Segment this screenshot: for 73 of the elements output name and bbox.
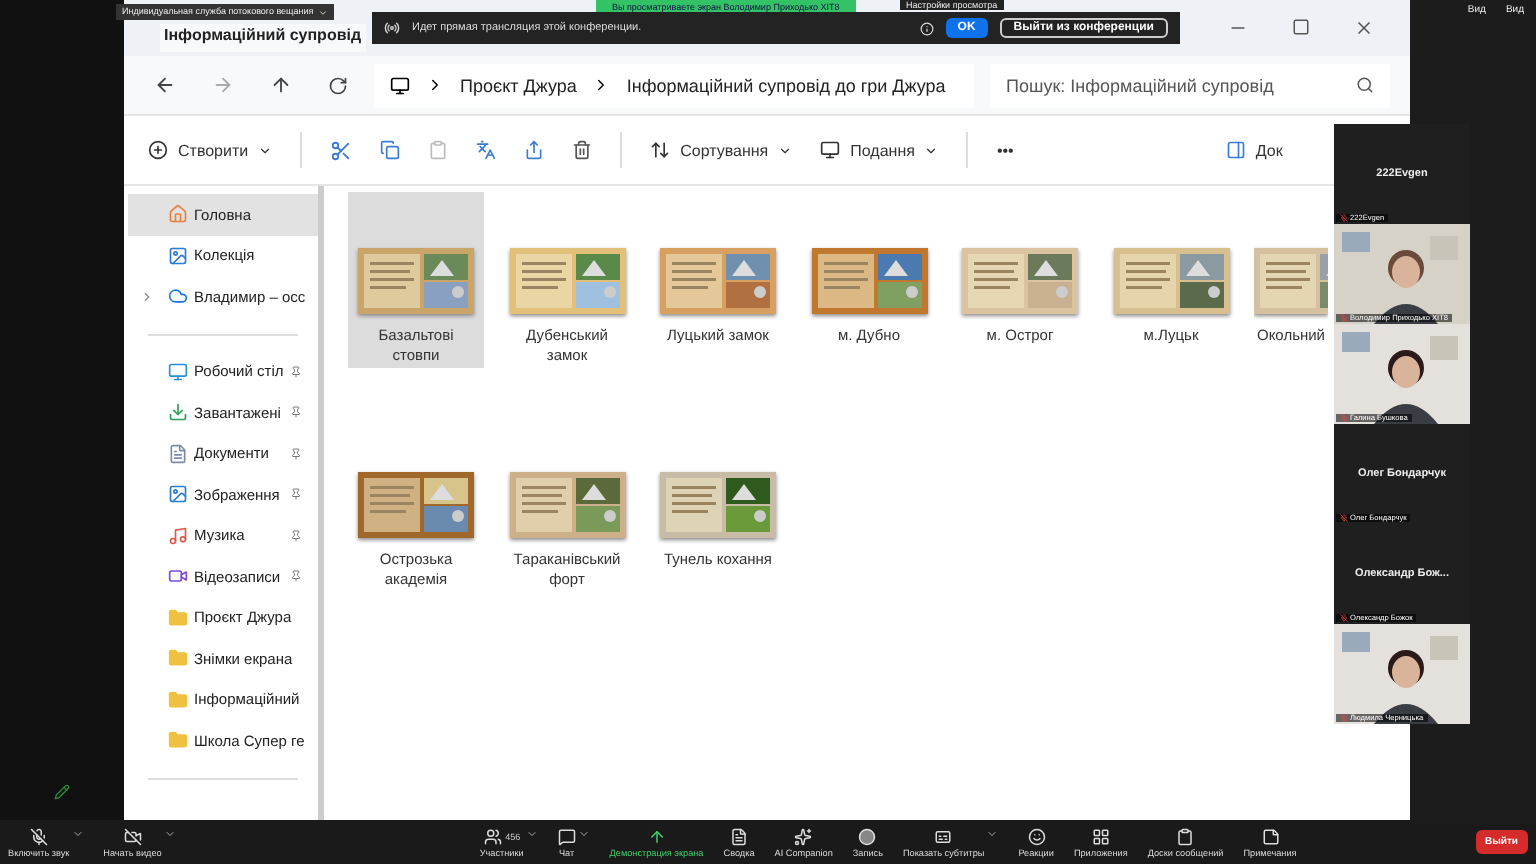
caret-icon[interactable] — [163, 827, 176, 839]
caret-icon[interactable] — [71, 827, 84, 839]
refresh-icon[interactable] — [328, 75, 348, 95]
muted-mic-icon — [1340, 314, 1348, 322]
music-icon — [168, 525, 188, 546]
muted-mic-icon — [1340, 414, 1348, 422]
captions-icon — [934, 827, 953, 845]
caret-icon — [258, 143, 273, 157]
pencil-icon[interactable] — [54, 784, 70, 800]
download-icon — [168, 402, 188, 423]
monitor-icon — [820, 140, 841, 160]
back-icon[interactable] — [154, 74, 176, 96]
caret-icon — [317, 7, 328, 17]
tab-title[interactable]: Інформаційний супровід — [160, 24, 366, 52]
folder-icon — [168, 648, 188, 669]
info-icon[interactable] — [919, 21, 934, 35]
sort-button[interactable]: Сортування — [650, 140, 793, 160]
details-button[interactable]: Док — [1225, 140, 1283, 160]
forward-icon[interactable] — [212, 74, 234, 96]
sort-icon — [650, 140, 671, 160]
create-button[interactable]: Створити — [148, 140, 273, 160]
muted-mic-icon — [29, 827, 48, 845]
caret-icon[interactable] — [577, 827, 590, 839]
document-icon — [168, 443, 188, 464]
caret-icon — [924, 143, 939, 157]
people-icon — [483, 827, 502, 845]
folder-icon — [168, 689, 188, 710]
cloud-icon — [168, 286, 188, 307]
smiley-icon — [1027, 827, 1046, 845]
note-icon — [1261, 827, 1280, 845]
panel-icon — [1225, 140, 1246, 160]
broadcast-icon — [384, 20, 400, 36]
share-screen-icon — [647, 827, 666, 845]
gallery-icon — [168, 245, 188, 266]
plus-icon — [148, 140, 168, 160]
monitor-icon — [390, 75, 410, 95]
close-icon[interactable] — [1354, 18, 1374, 38]
caret-icon[interactable] — [986, 827, 999, 839]
expand-icon[interactable] — [140, 289, 154, 304]
sparkle-icon — [794, 827, 813, 845]
folder-icon — [168, 730, 188, 751]
muted-mic-icon — [1340, 214, 1348, 222]
board-icon — [1176, 827, 1195, 845]
home-icon — [168, 204, 188, 225]
camera-off-icon — [123, 827, 142, 845]
search-icon — [1356, 76, 1374, 94]
chat-icon — [557, 827, 576, 845]
muted-mic-icon — [1340, 614, 1348, 622]
muted-mic-icon — [1340, 714, 1348, 722]
desktop-icon — [168, 361, 188, 382]
rename-icon[interactable] — [476, 140, 497, 160]
image-icon — [168, 484, 188, 505]
view-button[interactable]: Подання — [820, 140, 939, 160]
apps-icon — [1091, 827, 1110, 845]
breadcrumb[interactable]: Інформаційний супровід до гри Джура — [626, 75, 946, 95]
share-icon[interactable] — [524, 140, 545, 160]
document-icon — [730, 827, 748, 845]
record-icon — [858, 827, 877, 845]
cut-icon[interactable] — [330, 139, 353, 161]
caret-icon — [778, 143, 793, 157]
caret-icon[interactable] — [525, 827, 538, 839]
delete-icon[interactable] — [572, 140, 593, 160]
copy-icon[interactable] — [380, 140, 401, 160]
maximize-icon[interactable] — [1292, 18, 1310, 36]
muted-mic-icon — [1340, 514, 1348, 522]
folder-icon — [168, 607, 188, 628]
more-button[interactable]: ••• — [996, 141, 1014, 159]
up-icon[interactable] — [270, 74, 292, 96]
address-bar[interactable]: Проєкт Джура Інформаційний супровід до гри Джура — [374, 63, 974, 107]
video-icon — [168, 566, 188, 587]
chevron-icon — [426, 76, 444, 94]
search-field[interactable]: Пошук: Інформаційний супровід — [990, 63, 1390, 107]
breadcrumb[interactable]: Проєкт Джура — [460, 75, 577, 95]
